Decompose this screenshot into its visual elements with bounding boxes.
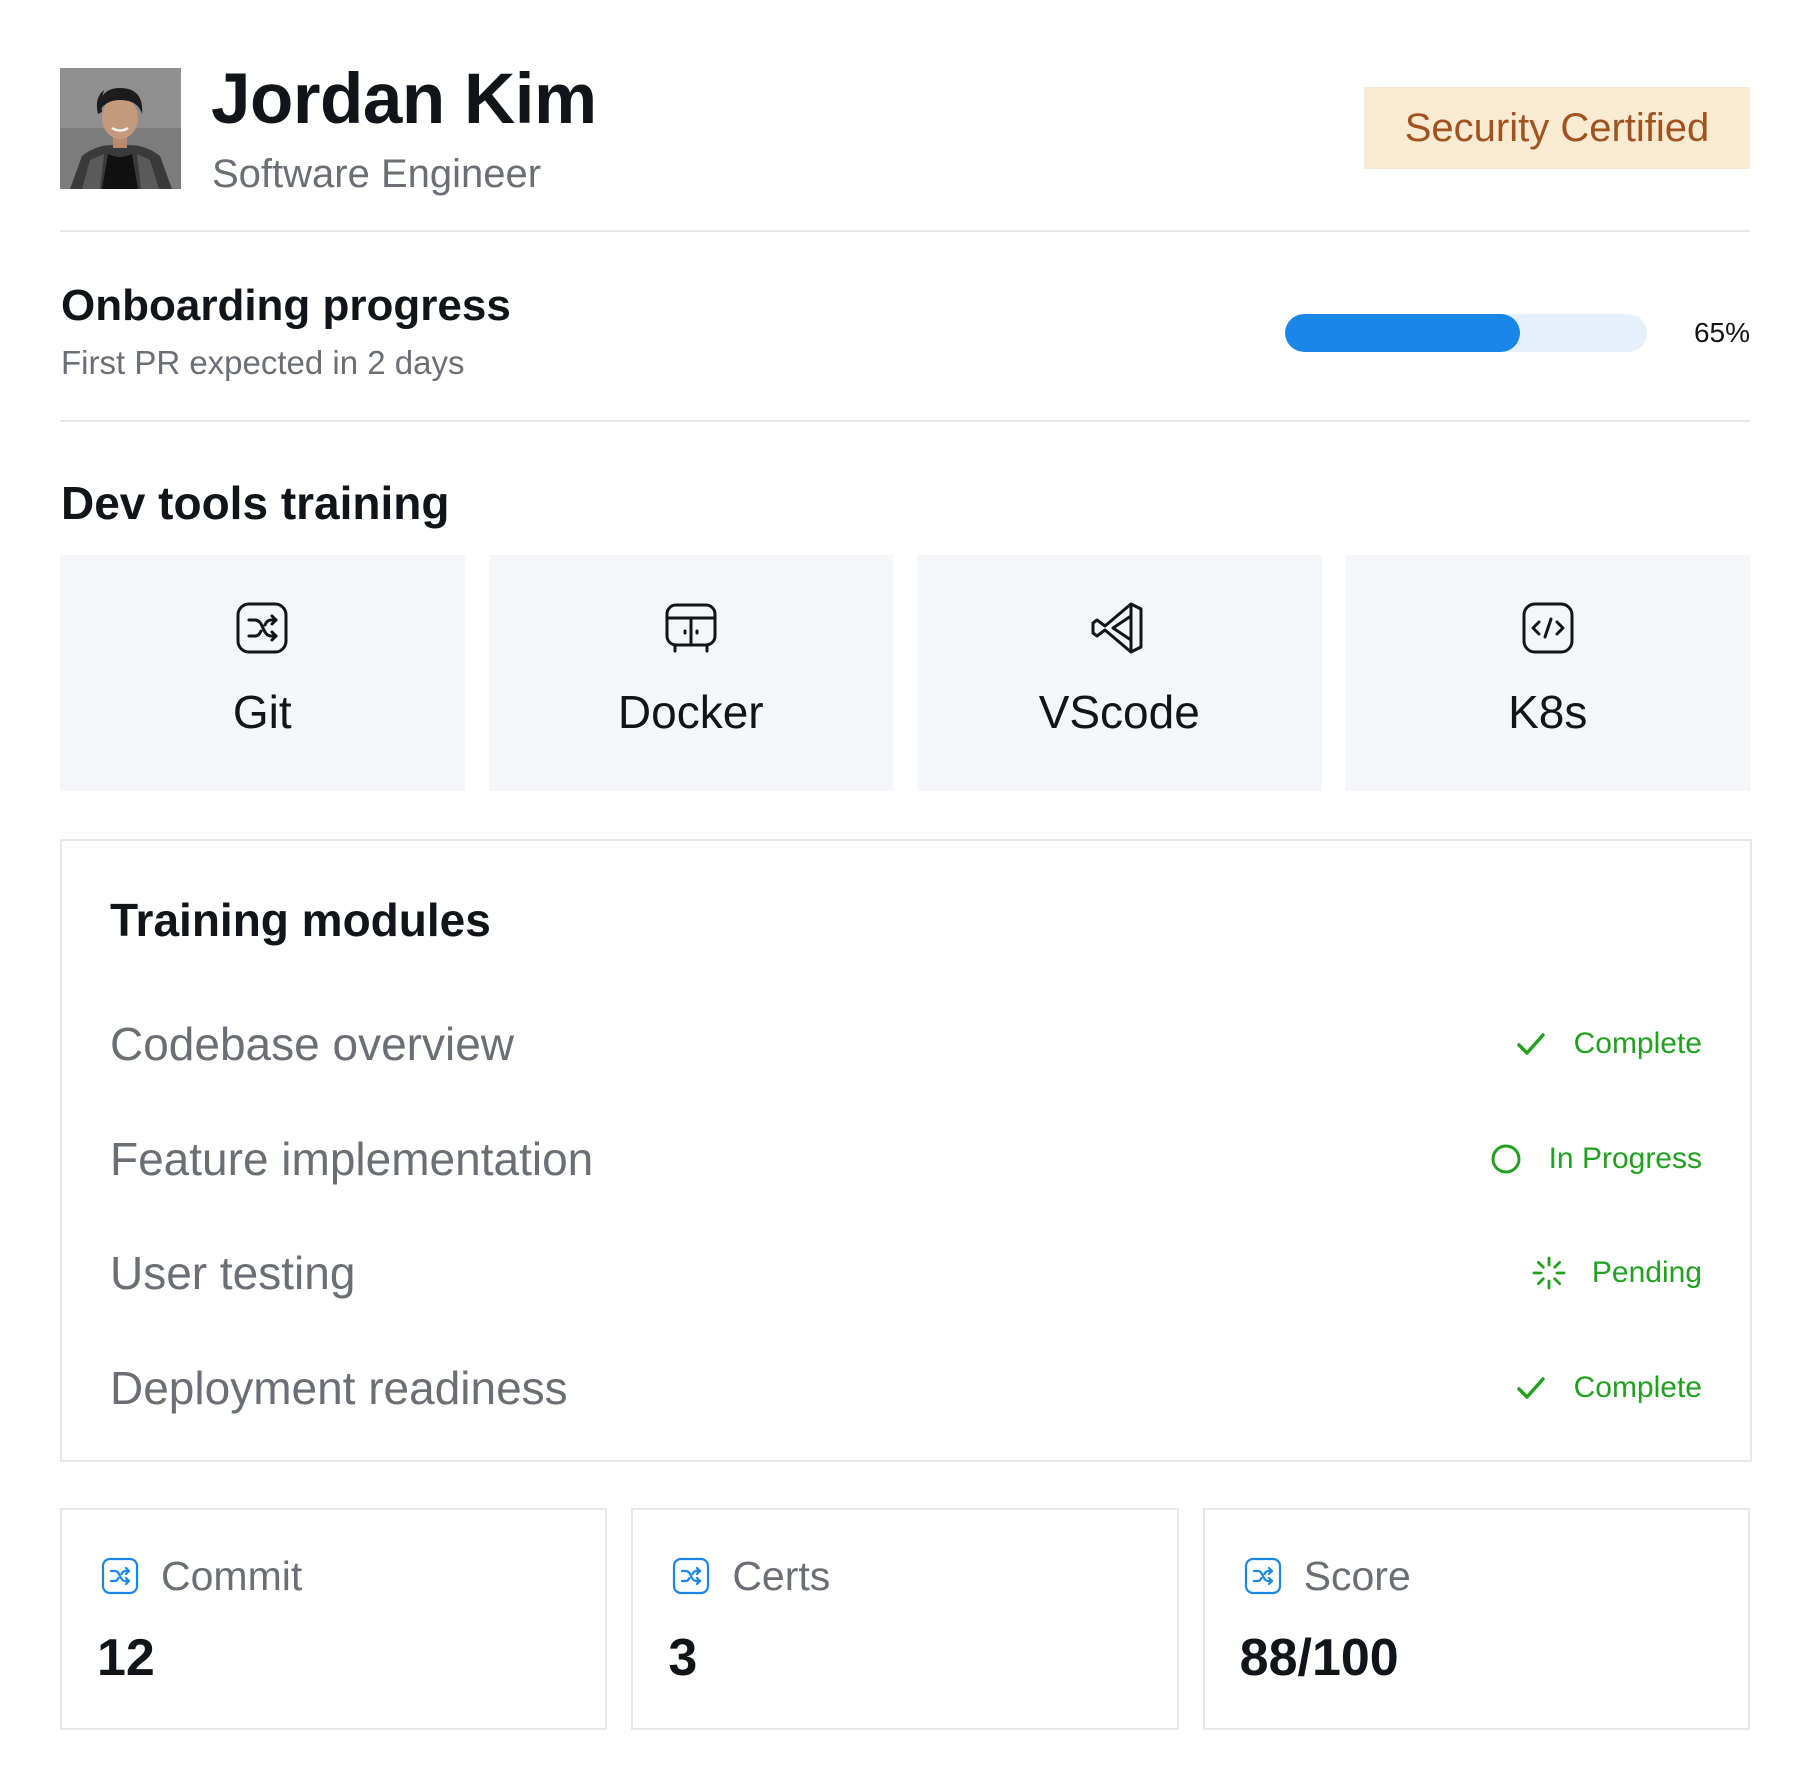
code-brackets-icon xyxy=(1518,598,1578,658)
module-row-feature-implementation[interactable]: Feature implementation In Progress xyxy=(110,1129,1702,1189)
certification-badge: Security Certified xyxy=(1364,87,1750,169)
module-status: In Progress xyxy=(1487,1129,1702,1189)
module-name: User testing xyxy=(110,1247,356,1299)
progress-bar-fill xyxy=(1285,314,1521,352)
avatar xyxy=(60,68,181,189)
progress-bar xyxy=(1285,314,1647,352)
status-label: Pending xyxy=(1591,1256,1702,1289)
module-name: Feature implementation xyxy=(110,1133,594,1185)
tool-card-vscode[interactable]: VScode xyxy=(917,555,1322,791)
stat-value: 3 xyxy=(668,1629,698,1687)
tool-label: VScode xyxy=(1038,686,1200,738)
progress-title: Onboarding progress xyxy=(61,281,511,330)
status-label: Complete xyxy=(1573,1371,1702,1404)
tool-card-docker[interactable]: Docker xyxy=(488,555,893,791)
tool-label: K8s xyxy=(1508,686,1588,738)
module-row-deployment-readiness[interactable]: Deployment readiness Complete xyxy=(110,1358,1702,1418)
tool-label: Git xyxy=(232,686,292,738)
stat-card-commit: Commit 12 xyxy=(60,1508,608,1730)
dev-tools-title: Dev tools training xyxy=(61,477,450,529)
avatar-photo xyxy=(60,68,181,189)
check-icon xyxy=(1516,1377,1545,1399)
shuffle-icon xyxy=(671,1556,711,1596)
module-row-user-testing[interactable]: User testing Pending xyxy=(110,1243,1702,1303)
module-name: Deployment readiness xyxy=(110,1362,568,1414)
stat-label: Score xyxy=(1303,1553,1411,1599)
stat-value: 88/100 xyxy=(1239,1629,1399,1687)
tool-card-k8s[interactable]: K8s xyxy=(1345,555,1750,791)
stat-label: Certs xyxy=(732,1553,831,1599)
stats-row: Commit 12 Certs 3 Score 88/100 xyxy=(60,1508,1750,1730)
module-status: Complete xyxy=(1512,1358,1702,1418)
check-icon xyxy=(1516,1033,1545,1055)
modules-title: Training modules xyxy=(110,894,491,946)
tool-label: Docker xyxy=(617,686,764,738)
module-status: Pending xyxy=(1530,1243,1702,1303)
progress-divider xyxy=(60,420,1750,422)
user-role: Software Engineer xyxy=(212,152,542,196)
circle-icon xyxy=(1491,1144,1521,1174)
loader-icon xyxy=(1532,1256,1566,1290)
module-name: Codebase overview xyxy=(110,1018,515,1070)
status-label: In Progress xyxy=(1548,1142,1702,1175)
header-divider xyxy=(60,230,1750,232)
shuffle-icon xyxy=(1243,1556,1283,1596)
git-shuffle-icon xyxy=(232,598,292,658)
shuffle-icon xyxy=(100,1556,140,1596)
status-label: Complete xyxy=(1573,1027,1702,1060)
stat-card-certs: Certs 3 xyxy=(631,1508,1179,1730)
stat-label: Commit xyxy=(161,1553,303,1599)
tool-card-git[interactable]: Git xyxy=(60,555,465,791)
onboarding-dashboard: Jordan Kim Software Engineer Security Ce… xyxy=(0,0,1800,1779)
stat-card-score: Score 88/100 xyxy=(1202,1508,1750,1730)
progress-subtitle: First PR expected in 2 days xyxy=(61,344,465,381)
vscode-icon xyxy=(1089,598,1149,658)
progress-percent: 65% xyxy=(1693,317,1750,348)
docker-container-icon xyxy=(661,598,721,658)
training-modules-panel: Training modules Codebase overview Compl… xyxy=(60,839,1752,1462)
module-status: Complete xyxy=(1512,1014,1702,1074)
user-name: Jordan Kim xyxy=(211,60,597,139)
stat-value: 12 xyxy=(97,1629,155,1687)
module-row-codebase-overview[interactable]: Codebase overview Complete xyxy=(110,1014,1702,1074)
dev-tools-list: Git Docker VScode K8s xyxy=(60,555,1750,791)
